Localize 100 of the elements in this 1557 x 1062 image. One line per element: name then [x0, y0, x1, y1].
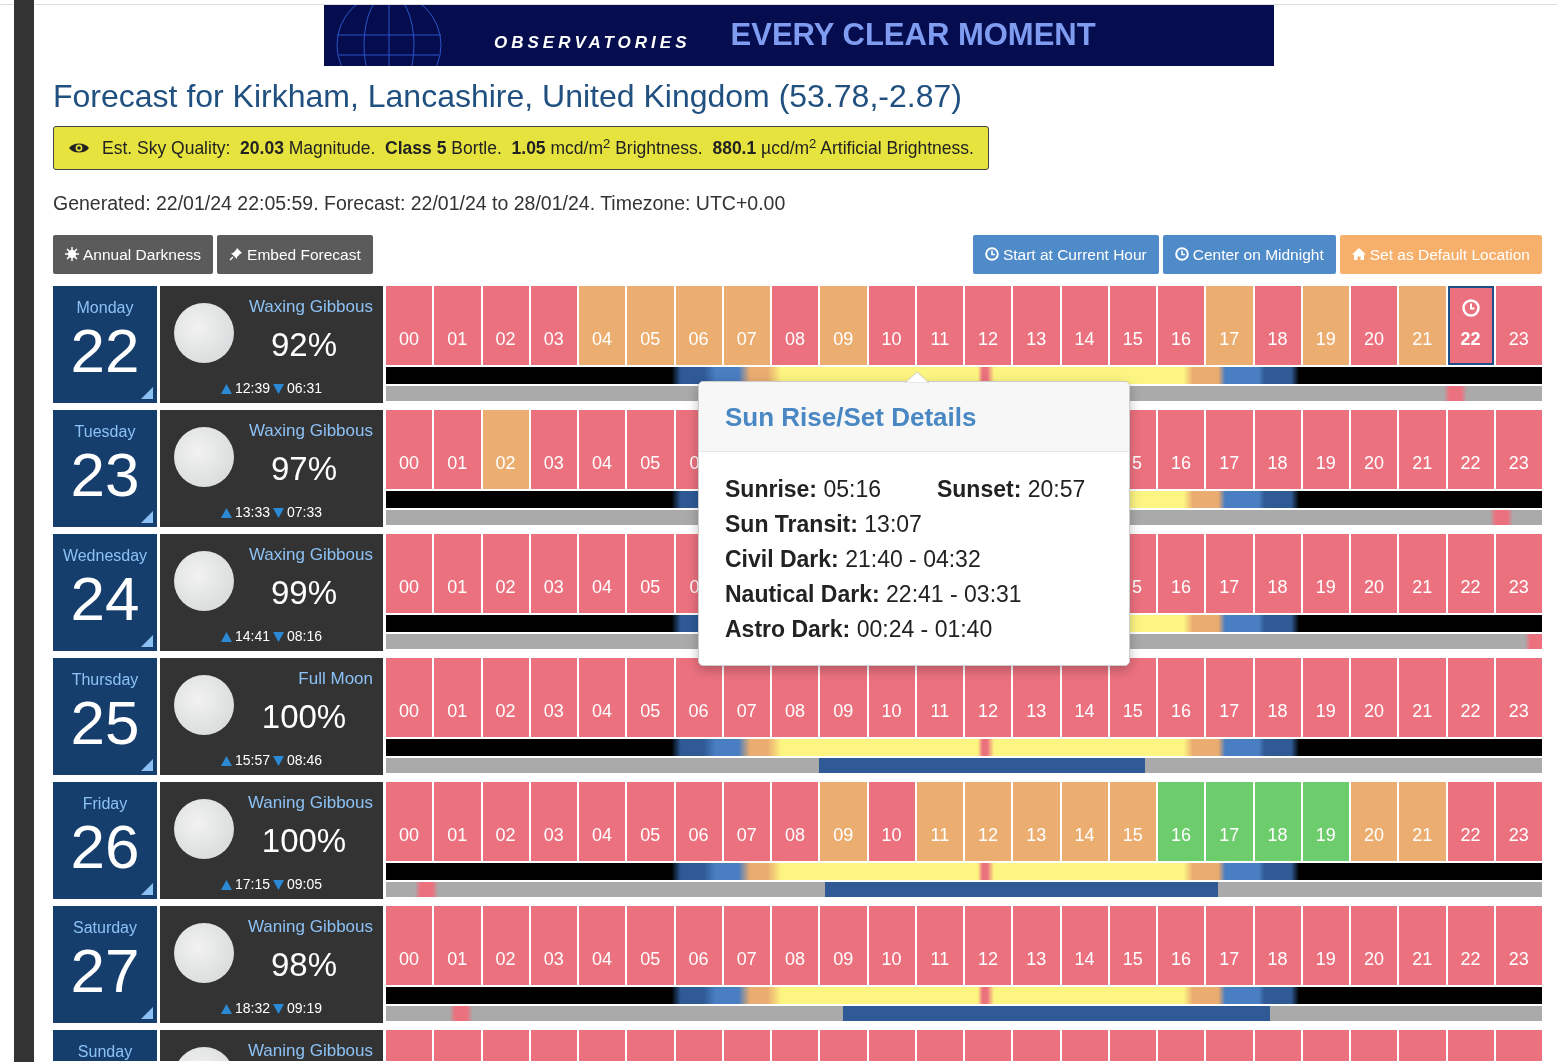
- hour-cell[interactable]: 14: [1061, 781, 1108, 861]
- hour-cell[interactable]: 19: [1302, 657, 1349, 737]
- hour-cell[interactable]: 09: [820, 781, 867, 861]
- hour-cell[interactable]: 07: [723, 781, 770, 861]
- date-tile[interactable]: Thursday 25: [53, 657, 157, 775]
- date-tile[interactable]: Wednesday 24: [53, 533, 157, 651]
- hour-cell[interactable]: 23: [1495, 285, 1542, 365]
- hour-cell[interactable]: 04: [579, 409, 626, 489]
- hour-cell[interactable]: 13: [1013, 781, 1060, 861]
- hour-cell[interactable]: 17: [1206, 533, 1253, 613]
- toolbar-button[interactable]: Start at Current Hour: [972, 234, 1159, 274]
- hour-cell[interactable]: 02: [482, 657, 529, 737]
- hour-cell[interactable]: 16: [1158, 905, 1205, 985]
- hour-cell[interactable]: 08: [772, 285, 819, 365]
- hour-cell[interactable]: 03: [530, 657, 577, 737]
- hour-cell[interactable]: 02: [482, 285, 529, 365]
- hour-cell[interactable]: 18: [1254, 781, 1301, 861]
- hour-cell[interactable]: 02: [482, 409, 529, 489]
- hour-cell[interactable]: 05: [627, 409, 674, 489]
- hour-cell[interactable]: 03: [530, 533, 577, 613]
- hour-cell[interactable]: 13: [1013, 285, 1060, 365]
- hour-cell[interactable]: 22: [1447, 409, 1494, 489]
- hour-cell[interactable]: 10: [868, 905, 915, 985]
- hour-cell[interactable]: 16: [1158, 781, 1205, 861]
- hour-cell[interactable]: 01: [434, 657, 481, 737]
- toolbar-button[interactable]: Set as Default Location: [1339, 234, 1542, 274]
- hour-cell[interactable]: 18: [1254, 285, 1301, 365]
- hour-cell[interactable]: 04: [579, 781, 626, 861]
- hour-cell[interactable]: 11: [916, 781, 963, 861]
- hour-cell[interactable]: 01: [434, 905, 481, 985]
- hour-cell[interactable]: 19: [1302, 285, 1349, 365]
- date-tile[interactable]: Monday 22: [53, 285, 157, 403]
- hour-cell[interactable]: 20: [1351, 409, 1398, 489]
- hour-cell[interactable]: 15: [1109, 781, 1156, 861]
- hour-cell[interactable]: 04: [579, 533, 626, 613]
- hour-cell[interactable]: 13: [1013, 905, 1060, 985]
- hour-cell[interactable]: 18: [1254, 905, 1301, 985]
- hour-cell[interactable]: 09: [820, 285, 867, 365]
- hour-cell[interactable]: 14: [1061, 285, 1108, 365]
- hour-cell[interactable]: 07: [723, 285, 770, 365]
- hour-cell[interactable]: 20: [1351, 781, 1398, 861]
- date-tile[interactable]: Tuesday 23: [53, 409, 157, 527]
- hour-cell[interactable]: 21: [1399, 285, 1446, 365]
- hour-cell[interactable]: 17: [1206, 409, 1253, 489]
- hour-cell[interactable]: 15: [1109, 657, 1156, 737]
- hour-cell[interactable]: 06: [675, 657, 722, 737]
- ad-banner[interactable]: OBSERVATORIES EVERY CLEAR MOMENT: [324, 5, 1274, 66]
- toolbar-button[interactable]: Embed Forecast: [217, 234, 373, 274]
- hour-cell[interactable]: 16: [1158, 657, 1205, 737]
- hour-cell[interactable]: 22: [1447, 905, 1494, 985]
- hour-cell[interactable]: 02: [482, 533, 529, 613]
- hour-cell[interactable]: 17: [1206, 781, 1253, 861]
- hour-cell[interactable]: 18: [1254, 409, 1301, 489]
- hour-cell[interactable]: 22: [1447, 285, 1494, 365]
- hour-cell[interactable]: 11: [916, 905, 963, 985]
- hour-cell[interactable]: 18: [1254, 533, 1301, 613]
- hour-cell[interactable]: 20: [1351, 905, 1398, 985]
- hour-cell[interactable]: 03: [530, 781, 577, 861]
- hour-cell[interactable]: 16: [1158, 409, 1205, 489]
- hour-cell[interactable]: 00: [386, 285, 433, 365]
- hour-cell[interactable]: 15: [1109, 285, 1156, 365]
- hour-cell[interactable]: 22: [1447, 533, 1494, 613]
- hour-cell[interactable]: 22: [1447, 781, 1494, 861]
- hour-cell[interactable]: 19: [1302, 409, 1349, 489]
- hour-cell[interactable]: 15: [1109, 905, 1156, 985]
- hour-cell[interactable]: 20: [1351, 657, 1398, 737]
- hour-cell[interactable]: 00: [386, 409, 433, 489]
- hour-cell[interactable]: 12: [965, 905, 1012, 985]
- date-tile[interactable]: Friday 26: [53, 781, 157, 899]
- hour-cell[interactable]: 10: [868, 285, 915, 365]
- hour-cell[interactable]: 05: [627, 781, 674, 861]
- hour-cell[interactable]: 19: [1302, 533, 1349, 613]
- hour-cell[interactable]: 02: [482, 905, 529, 985]
- hour-cell[interactable]: 03: [530, 409, 577, 489]
- hour-cell[interactable]: 01: [434, 781, 481, 861]
- hour-cell[interactable]: 03: [530, 905, 577, 985]
- hour-cell[interactable]: 04: [579, 657, 626, 737]
- hour-cell[interactable]: 23: [1495, 409, 1542, 489]
- hour-cell[interactable]: 04: [579, 285, 626, 365]
- hour-cell[interactable]: 03: [530, 285, 577, 365]
- hour-cell[interactable]: 01: [434, 409, 481, 489]
- hour-cell[interactable]: 02: [482, 781, 529, 861]
- hour-cell[interactable]: 00: [386, 781, 433, 861]
- hour-cell[interactable]: 12: [965, 781, 1012, 861]
- hour-cell[interactable]: 06: [675, 905, 722, 985]
- hour-cell[interactable]: 01: [434, 285, 481, 365]
- hour-cell[interactable]: 21: [1399, 657, 1446, 737]
- hour-cell[interactable]: 14: [1061, 905, 1108, 985]
- hour-cell[interactable]: 00: [386, 905, 433, 985]
- hour-cell[interactable]: 17: [1206, 905, 1253, 985]
- hour-cell[interactable]: 17: [1206, 285, 1253, 365]
- hour-cell[interactable]: 04: [579, 905, 626, 985]
- hour-cell[interactable]: 17: [1206, 657, 1253, 737]
- date-tile[interactable]: Sunday: [53, 1029, 157, 1061]
- hour-cell[interactable]: 21: [1399, 781, 1446, 861]
- hour-cell[interactable]: 21: [1399, 533, 1446, 613]
- hour-cell[interactable]: 21: [1399, 905, 1446, 985]
- hour-cell[interactable]: 07: [723, 905, 770, 985]
- hour-cell[interactable]: 06: [675, 781, 722, 861]
- hour-cell[interactable]: 16: [1158, 533, 1205, 613]
